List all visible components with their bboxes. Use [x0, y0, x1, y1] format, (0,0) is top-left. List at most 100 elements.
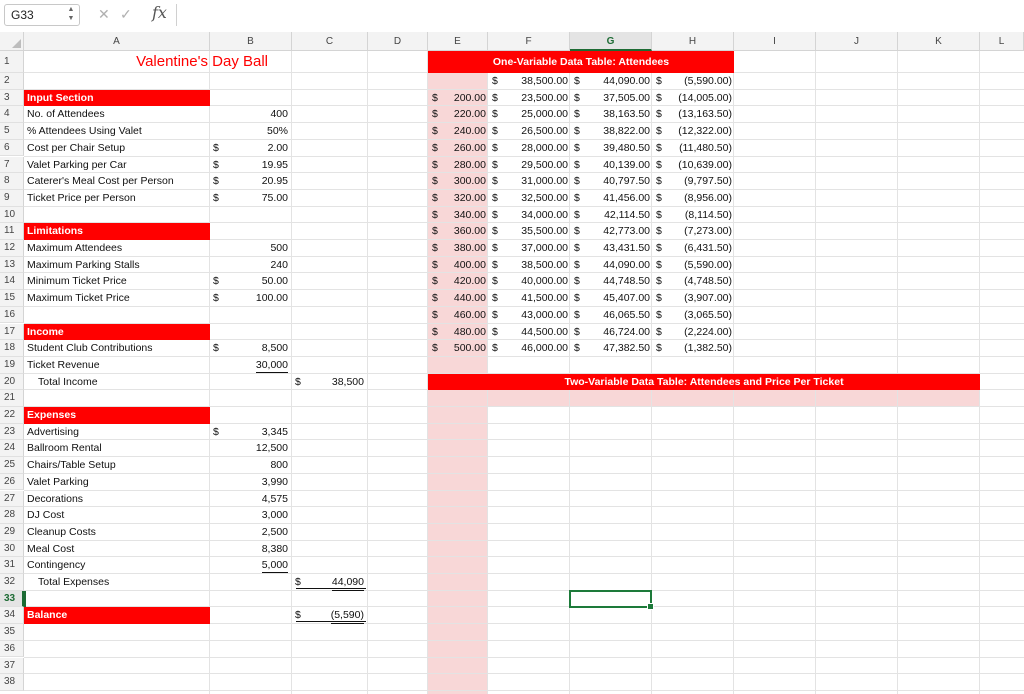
row-label: No. of Attendees [27, 108, 105, 121]
column-header-h[interactable]: H [652, 32, 734, 51]
row-header[interactable]: 17 [0, 323, 24, 341]
row-header[interactable]: 22 [0, 407, 24, 424]
formula-input[interactable] [180, 4, 1022, 28]
row-header[interactable]: 15 [0, 290, 24, 307]
column-header-j[interactable]: J [816, 32, 898, 51]
row-header[interactable]: 4 [0, 106, 24, 124]
one-var-table-cell: (9,797.50) [684, 175, 732, 188]
row-header[interactable]: 28 [0, 507, 24, 524]
one-var-table-cell: 25,000.00 [521, 108, 568, 121]
row-header[interactable]: 18 [0, 340, 24, 357]
row-header[interactable]: 38 [0, 674, 24, 691]
row-header[interactable]: 3 [0, 89, 24, 107]
one-var-table-cell: (6,431.50) [684, 242, 732, 254]
column-header-a[interactable]: A [24, 32, 210, 51]
select-all-corner[interactable] [0, 32, 24, 51]
one-var-table-cell: 400.00 [453, 258, 486, 271]
row-header[interactable]: 8 [0, 173, 24, 190]
row-header[interactable]: 9 [0, 189, 24, 207]
balance-label: Balance [24, 607, 210, 625]
row-header[interactable]: 34 [0, 607, 24, 625]
row-header[interactable]: 21 [0, 390, 24, 407]
section-header: Limitations [24, 223, 210, 240]
row-value: 800 [270, 459, 288, 472]
grid-row-line [24, 673, 1024, 675]
row-header[interactable]: 25 [0, 457, 24, 474]
one-var-table-cell: 500.00 [453, 342, 486, 355]
section-header: Expenses [24, 407, 210, 424]
row-header[interactable]: 32 [0, 574, 24, 591]
column-header-c[interactable]: C [292, 32, 368, 51]
row-header[interactable]: 24 [0, 440, 24, 458]
row-header[interactable]: 1 [0, 51, 24, 73]
row-header[interactable]: 36 [0, 640, 24, 658]
check-icon[interactable]: ✓ [120, 6, 132, 23]
row-header[interactable]: 35 [0, 624, 24, 641]
row-header[interactable]: 5 [0, 123, 24, 140]
row-label: Chairs/Table Setup [27, 459, 116, 472]
row-label: Maximum Ticket Price [27, 292, 130, 305]
one-var-table-cell: 42,773.00 [603, 225, 650, 238]
column-header-f[interactable]: F [488, 32, 570, 51]
row-value: 20.95 [261, 175, 288, 188]
row-label: Minimum Ticket Price [27, 275, 127, 288]
row-label: DJ Cost [27, 509, 65, 522]
row-header[interactable]: 30 [0, 540, 24, 558]
row-header[interactable]: 20 [0, 373, 24, 391]
row-header[interactable]: 27 [0, 490, 24, 508]
row-label: Ballroom Rental [27, 442, 102, 455]
column-header-l[interactable]: L [980, 32, 1024, 51]
column-header-k[interactable]: K [898, 32, 980, 51]
row-header[interactable]: 12 [0, 240, 24, 257]
row-header[interactable]: 10 [0, 206, 24, 224]
one-var-table-cell: (10,639.00) [678, 158, 732, 171]
grid-row-line [24, 639, 1024, 641]
row-header[interactable]: 16 [0, 306, 24, 324]
balance-underline [296, 621, 366, 623]
selected-cell-g33[interactable] [569, 589, 654, 611]
total-income-value: 38,500 [331, 375, 364, 388]
row-label: Valet Parking per Car [27, 158, 127, 171]
grid-row-line [24, 689, 1024, 691]
row-header[interactable]: 7 [0, 156, 24, 174]
one-var-table-cell: 380.00 [453, 242, 486, 254]
row-value: 12,500 [255, 442, 288, 455]
fx-icon[interactable]: fx [152, 3, 167, 22]
one-var-table-cell: (3,065.50) [684, 308, 732, 321]
row-label: Maximum Parking Stalls [27, 258, 140, 271]
row-header[interactable]: 2 [0, 73, 24, 90]
column-header-d[interactable]: D [368, 32, 428, 51]
row-header[interactable]: 31 [0, 557, 24, 574]
column-header-i[interactable]: I [734, 32, 816, 51]
row-header[interactable]: 13 [0, 256, 24, 274]
one-var-table-cell: 44,500.00 [521, 325, 568, 338]
one-var-table-cell: 41,500.00 [521, 292, 568, 305]
name-box-stepper-icon[interactable]: ▲ ▼ [66, 5, 76, 23]
row-header[interactable]: 29 [0, 523, 24, 541]
one-var-table-cell: 37,000.00 [521, 242, 568, 254]
row-header[interactable]: 23 [0, 423, 24, 441]
row-header[interactable]: 14 [0, 273, 24, 291]
column-header-e[interactable]: E [428, 32, 488, 51]
one-var-formula-cell: 44,090.00 [603, 75, 650, 87]
row-header[interactable]: 33 [0, 590, 24, 608]
one-var-table-cell: 23,500.00 [521, 91, 568, 104]
row-header[interactable]: 26 [0, 473, 24, 491]
close-icon[interactable]: ✕ [98, 6, 110, 23]
one-var-table-cell: 340.00 [453, 208, 486, 221]
one-var-table-cell: 43,431.50 [603, 242, 650, 254]
row-header[interactable]: 11 [0, 223, 24, 240]
one-var-table-cell: 460.00 [453, 308, 486, 321]
one-var-table-cell: 38,163.50 [603, 108, 650, 121]
row-header[interactable]: 37 [0, 657, 24, 675]
row-header[interactable]: 6 [0, 139, 24, 157]
active-row-marker [24, 590, 26, 608]
column-header-g[interactable]: G [570, 32, 652, 51]
one-var-table-cell: 32,500.00 [521, 191, 568, 204]
row-header[interactable]: 19 [0, 356, 24, 374]
section-header: Income [24, 323, 210, 341]
one-var-table-cell: 300.00 [453, 175, 486, 188]
spreadsheet-grid[interactable]: A B C D E F G H I J K L 1 2 3 4 5 6 7 8 9 10 11 12 13 14 15 16 17 18 1… [0, 32, 1024, 694]
row-value: 3,990 [261, 475, 288, 488]
column-header-b[interactable]: B [210, 32, 292, 51]
